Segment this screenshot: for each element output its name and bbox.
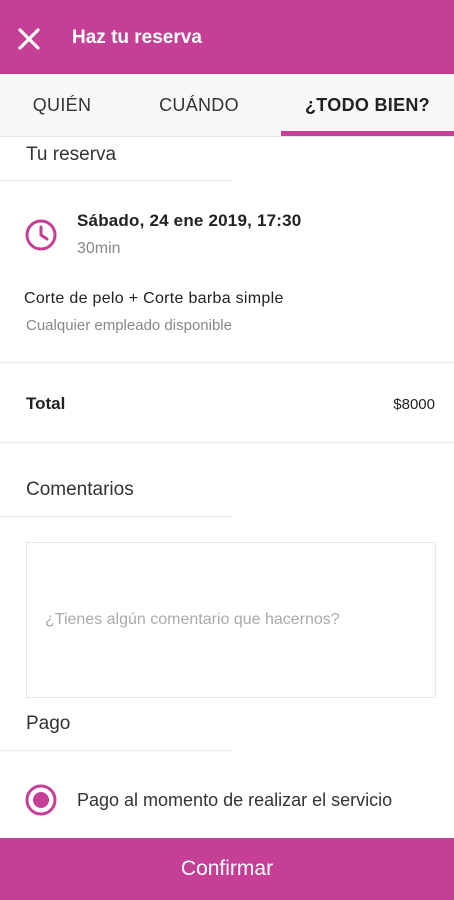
comments-section-title: Comentarios [26,479,134,500]
section-divider [0,442,454,443]
tab-quien[interactable]: QUIÉN [0,74,124,136]
tab-cuando[interactable]: CUÁNDO [124,74,274,136]
app-bar: Haz tu reserva [0,0,454,74]
tab-todo-bien[interactable]: ¿TODO BIEN? [281,74,454,136]
section-divider [0,180,232,181]
reservation-service: Corte de pelo + Corte barba simple [24,290,284,307]
close-button[interactable] [14,24,44,54]
reservation-employee: Cualquier empleado disponible [26,317,232,334]
comment-box [26,542,436,765]
section-divider [0,750,232,751]
active-tab-indicator [281,131,454,136]
comment-input[interactable] [45,543,425,765]
total-value: $8000 [393,396,435,413]
payment-radio[interactable] [24,783,58,817]
page-title: Haz tu reserva [72,27,202,48]
payment-option-label[interactable]: Pago al momento de realizar el servicio [77,790,392,811]
step-tabs: QUIÉN CUÁNDO ¿TODO BIEN? [0,74,454,137]
section-divider [0,516,232,517]
reservation-datetime: Sábado, 24 ene 2019, 17:30 [77,211,302,230]
section-divider [0,362,454,363]
payment-section-title: Pago [26,713,71,734]
reservation-duration: 30min [77,240,121,257]
close-icon [18,28,40,50]
clock-icon [25,219,57,251]
total-label: Total [26,394,66,413]
confirm-button[interactable]: Confirmar [0,838,454,900]
reservation-section-title: Tu reserva [26,144,117,165]
